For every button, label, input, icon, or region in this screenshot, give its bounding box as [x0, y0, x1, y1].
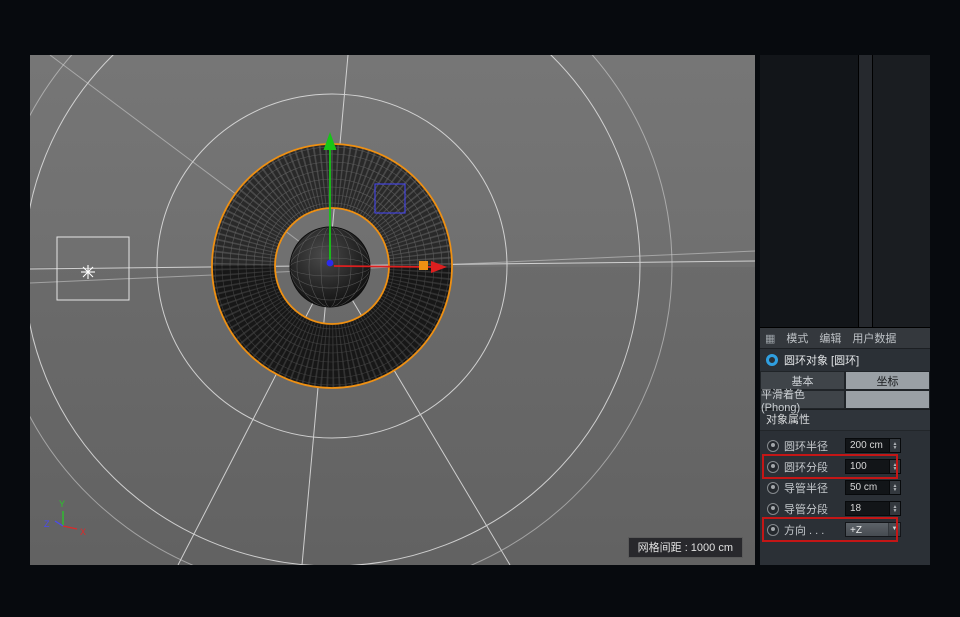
pipe-segments-input[interactable]: 18 ▲▼: [845, 501, 901, 516]
panel-grid-icon: ▦: [765, 332, 775, 345]
torus-object-icon: [766, 354, 778, 366]
gizmo-x-axis-handle[interactable]: [334, 266, 431, 267]
property-row-orientation: 方向 . . . +Z ▼: [764, 519, 896, 540]
radio-icon[interactable]: [767, 524, 779, 536]
axis-label-y: Y: [59, 499, 65, 509]
ring-radius-input[interactable]: 200 cm ▲▼: [845, 438, 901, 453]
panel-splitter[interactable]: [858, 55, 873, 327]
orientation-dropdown[interactable]: +Z ▼: [845, 522, 901, 537]
pipe-radius-input[interactable]: 50 cm ▲▼: [845, 480, 901, 495]
property-row-ring-radius: 圆环半径 200 cm ▲▼: [764, 435, 896, 456]
viewport-3d[interactable]: Y X Z 网格间距 : 1000 cm: [30, 55, 755, 565]
tab-phong[interactable]: 平滑着色(Phong): [760, 390, 845, 409]
radio-icon[interactable]: [767, 503, 779, 515]
section-object-properties: 对象属性: [760, 409, 930, 431]
gizmo-parameter-handle[interactable]: [419, 261, 428, 270]
right-panel: ▦ 模式 编辑 用户数据 圆环对象 [圆环] 基本 坐标 平滑着色(Phong)…: [760, 55, 930, 565]
property-row-ring-segments: 圆环分段 100 ▲▼: [764, 456, 896, 477]
gizmo-z-axis-dot[interactable]: [327, 260, 334, 267]
attributes-panel: ▦ 模式 编辑 用户数据 圆环对象 [圆环] 基本 坐标 平滑着色(Phong)…: [760, 328, 930, 565]
radio-icon[interactable]: [767, 461, 779, 473]
chevron-down-icon: ▼: [888, 523, 900, 536]
property-label: 圆环半径: [784, 438, 840, 454]
radio-icon[interactable]: [767, 440, 779, 452]
property-label: 导管半径: [784, 480, 840, 496]
object-header-row: 圆环对象 [圆环]: [760, 349, 930, 371]
property-label: 方向 . . .: [784, 522, 840, 538]
property-row-pipe-radius: 导管半径 50 cm ▲▼: [764, 477, 896, 498]
stepper-control[interactable]: ▲▼: [889, 460, 900, 473]
menu-tab-userdata[interactable]: 用户数据: [852, 330, 896, 346]
object-title: 圆环对象 [圆环]: [784, 352, 859, 368]
menu-tab-edit[interactable]: 编辑: [819, 330, 841, 346]
menu-tab-mode[interactable]: 模式: [786, 330, 808, 346]
radio-icon[interactable]: [767, 482, 779, 494]
scene-marker-icon: [81, 265, 95, 279]
property-row-pipe-segments: 导管分段 18 ▲▼: [764, 498, 896, 519]
stepper-control[interactable]: ▲▼: [889, 481, 900, 494]
grid-spacing-label: 网格间距 : 1000 cm: [628, 537, 743, 558]
viewport-canvas[interactable]: Y X Z: [30, 55, 755, 565]
stepper-control[interactable]: ▲▼: [889, 439, 900, 452]
attributes-menubar: ▦ 模式 编辑 用户数据: [760, 328, 930, 349]
application-window: Y X Z 网格间距 : 1000 cm ▦ 模式 编辑 用户数据 圆环对象 […: [0, 0, 960, 617]
property-label: 导管分段: [784, 501, 840, 517]
axis-label-z: Z: [44, 519, 50, 529]
attribute-tabs: 基本 坐标 平滑着色(Phong): [760, 371, 930, 409]
property-rows: 圆环半径 200 cm ▲▼ 圆环分段 100 ▲▼ 导: [760, 431, 930, 540]
stepper-control[interactable]: ▲▼: [889, 502, 900, 515]
tab-coordinates[interactable]: 坐标: [845, 371, 930, 390]
axis-label-x: X: [80, 527, 86, 537]
tab-strip-empty: [845, 390, 930, 409]
property-label: 圆环分段: [784, 459, 840, 475]
object-manager-column: [872, 55, 930, 327]
ring-segments-input[interactable]: 100 ▲▼: [845, 459, 901, 474]
object-manager-area[interactable]: [760, 55, 930, 328]
